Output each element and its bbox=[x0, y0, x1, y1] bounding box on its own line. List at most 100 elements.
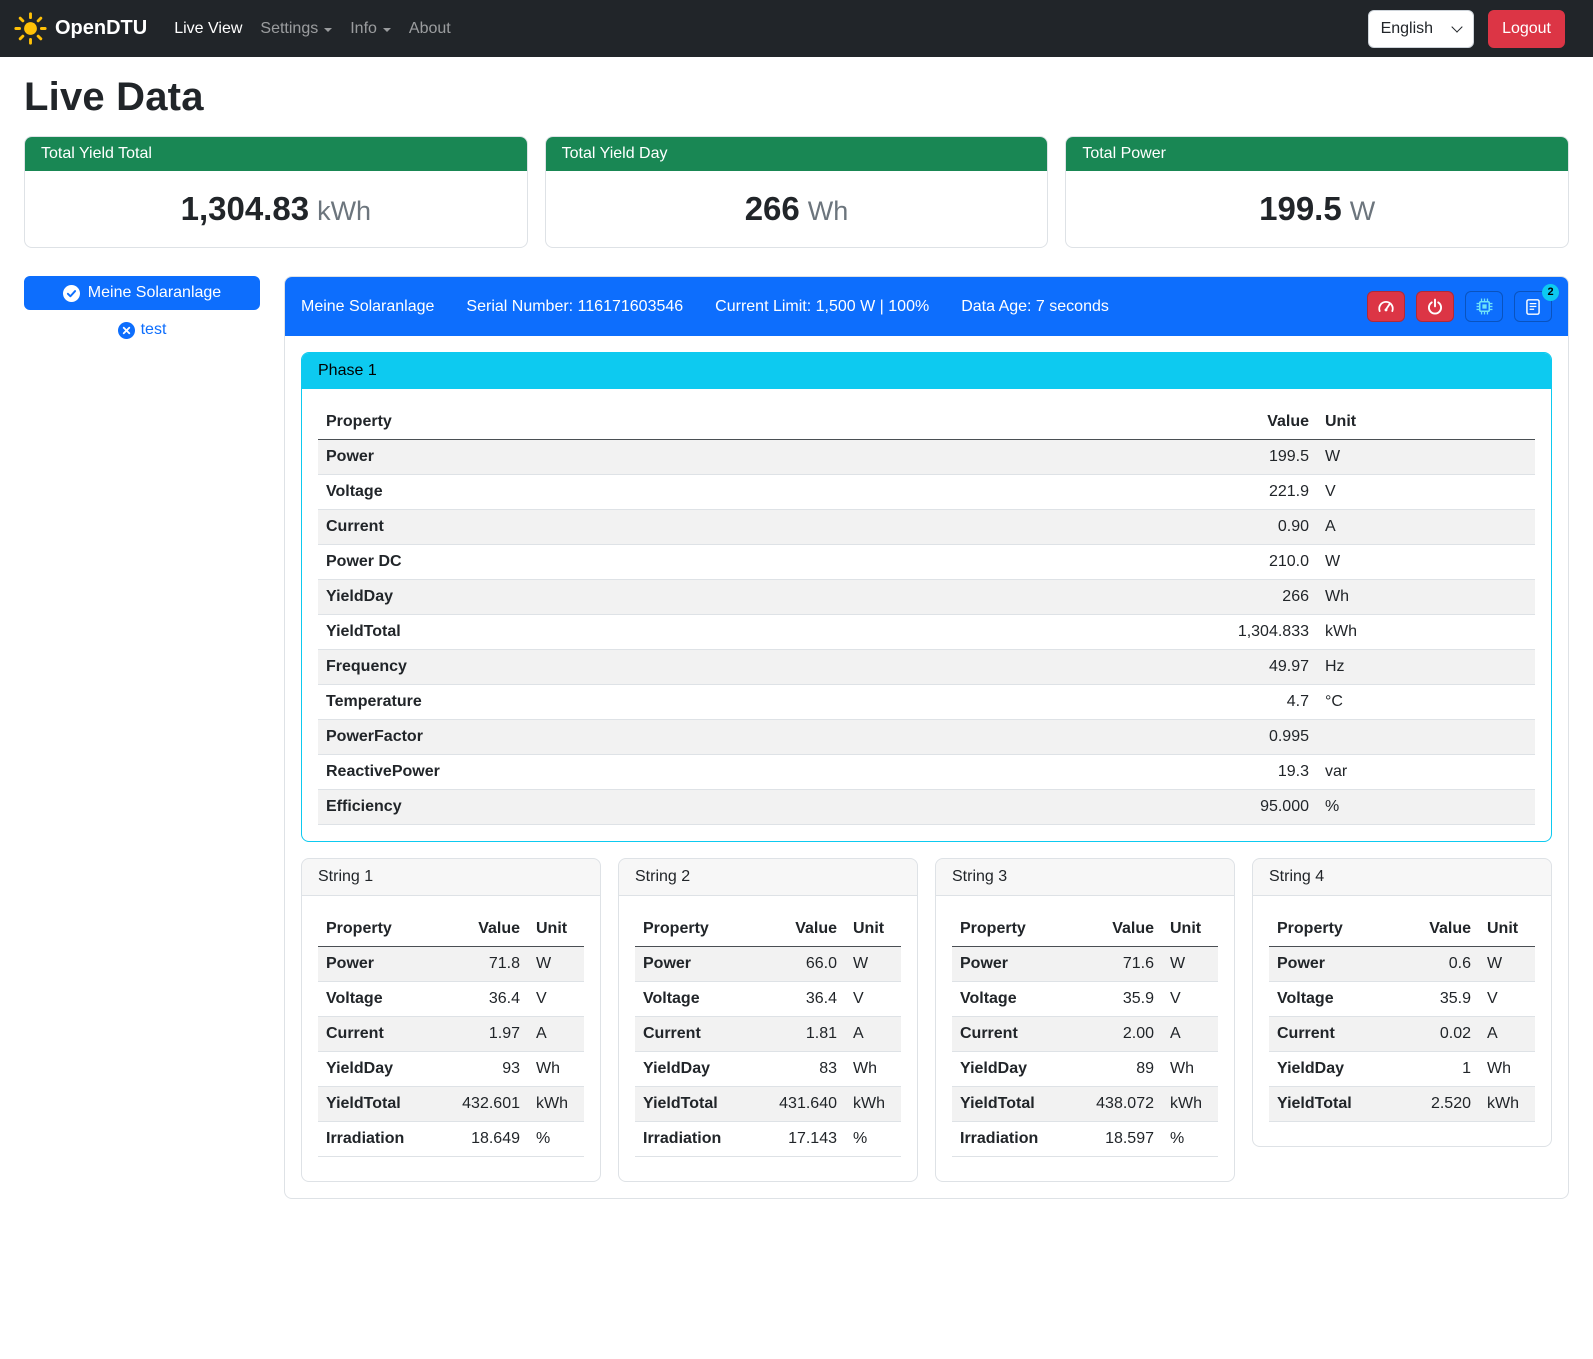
value-cell: 199.5 bbox=[1195, 440, 1317, 475]
property-cell: Efficiency bbox=[318, 790, 1195, 825]
string-4-card: String 4 Property Value Unit bbox=[1252, 858, 1552, 1147]
language-select[interactable]: English bbox=[1368, 10, 1474, 48]
table-row: Current 1.81 A bbox=[635, 1017, 901, 1052]
navbar-right: English Logout bbox=[1368, 10, 1579, 48]
property-cell: YieldDay bbox=[1269, 1052, 1393, 1087]
column-header-value: Value bbox=[1076, 912, 1162, 947]
table-row: YieldTotal 431.640 kWh bbox=[635, 1087, 901, 1122]
card-header: Total Yield Total bbox=[25, 137, 527, 171]
property-cell: Current bbox=[318, 510, 1195, 545]
sidebar-item-meine-solaranlage[interactable]: Meine Solaranlage bbox=[24, 276, 260, 310]
string-1-table: Property Value Unit Power bbox=[318, 912, 584, 1157]
event-log-button[interactable]: 2 bbox=[1514, 291, 1552, 322]
property-cell: ReactivePower bbox=[318, 755, 1195, 790]
inverter-panel-body: Phase 1 Property Value Unit bbox=[285, 336, 1568, 1198]
sidebar-item-test[interactable]: test bbox=[24, 321, 260, 339]
unit-cell: A bbox=[1479, 1017, 1535, 1052]
table-header-row: Property Value Unit bbox=[1269, 912, 1535, 947]
table-row: Power 0.6 W bbox=[1269, 947, 1535, 982]
value-cell: 4.7 bbox=[1195, 685, 1317, 720]
speedometer-icon bbox=[1377, 298, 1395, 316]
brand-label: OpenDTU bbox=[55, 17, 147, 40]
check-circle-icon bbox=[63, 285, 80, 302]
property-cell: YieldTotal bbox=[318, 1087, 442, 1122]
table-row: Voltage 35.9 V bbox=[952, 982, 1218, 1017]
page-content: Live Data Total Yield Total 1,304.83kWh … bbox=[0, 75, 1593, 1223]
sun-icon bbox=[14, 12, 47, 45]
total-yield-total-unit: kWh bbox=[317, 196, 371, 226]
nav-settings[interactable]: Settings bbox=[251, 12, 341, 46]
value-cell: 19.3 bbox=[1195, 755, 1317, 790]
caret-down-icon bbox=[383, 28, 391, 32]
brand[interactable]: OpenDTU bbox=[14, 12, 147, 45]
property-cell: YieldDay bbox=[318, 1052, 442, 1087]
logout-button[interactable]: Logout bbox=[1488, 10, 1565, 48]
value-cell: 2.00 bbox=[1076, 1017, 1162, 1052]
value-cell: 210.0 bbox=[1195, 545, 1317, 580]
power-toggle-button[interactable] bbox=[1416, 291, 1454, 322]
string-card-header: String 2 bbox=[619, 859, 917, 896]
value-cell: 93 bbox=[442, 1052, 528, 1087]
property-cell: Irradiation bbox=[635, 1122, 759, 1157]
unit-cell: V bbox=[1317, 475, 1535, 510]
unit-cell: Wh bbox=[528, 1052, 584, 1087]
property-cell: Voltage bbox=[952, 982, 1076, 1017]
property-cell: YieldTotal bbox=[318, 615, 1195, 650]
unit-cell: Wh bbox=[1479, 1052, 1535, 1087]
table-row: Power 199.5 W bbox=[318, 440, 1535, 475]
property-cell: Voltage bbox=[318, 475, 1195, 510]
value-cell: 0.995 bbox=[1195, 720, 1317, 755]
nav-about[interactable]: About bbox=[400, 12, 460, 46]
total-yield-day-unit: Wh bbox=[808, 196, 849, 226]
string-3-card: String 3 Property Value Unit bbox=[935, 858, 1235, 1182]
value-cell: 71.6 bbox=[1076, 947, 1162, 982]
unit-cell: A bbox=[1162, 1017, 1218, 1052]
value-cell: 49.97 bbox=[1195, 650, 1317, 685]
string-card-header: String 3 bbox=[936, 859, 1234, 896]
table-row: Power DC 210.0 W bbox=[318, 545, 1535, 580]
table-row: Power 66.0 W bbox=[635, 947, 901, 982]
unit-cell bbox=[1317, 720, 1535, 755]
table-row: YieldTotal 438.072 kWh bbox=[952, 1087, 1218, 1122]
column-header-unit: Unit bbox=[528, 912, 584, 947]
nav-info[interactable]: Info bbox=[341, 12, 400, 46]
string-card-body: Property Value Unit Power bbox=[619, 896, 917, 1181]
table-row: Current 2.00 A bbox=[952, 1017, 1218, 1052]
column-header-value: Value bbox=[759, 912, 845, 947]
unit-cell: A bbox=[1317, 510, 1535, 545]
limit-settings-button[interactable] bbox=[1367, 291, 1405, 322]
unit-cell: kWh bbox=[1162, 1087, 1218, 1122]
table-row: YieldTotal 432.601 kWh bbox=[318, 1087, 584, 1122]
content-row: Meine Solaranlage test Meine Solaranlage… bbox=[24, 276, 1569, 1199]
device-info-button[interactable] bbox=[1465, 291, 1503, 322]
unit-cell: kWh bbox=[1479, 1087, 1535, 1122]
total-power-value: 199.5 bbox=[1259, 190, 1342, 227]
card-body: 266Wh bbox=[546, 171, 1048, 247]
table-row: YieldDay 89 Wh bbox=[952, 1052, 1218, 1087]
value-cell: 221.9 bbox=[1195, 475, 1317, 510]
property-cell: YieldDay bbox=[318, 580, 1195, 615]
table-row: YieldDay 1 Wh bbox=[1269, 1052, 1535, 1087]
value-cell: 1 bbox=[1393, 1052, 1479, 1087]
unit-cell: % bbox=[528, 1122, 584, 1157]
event-count-badge: 2 bbox=[1542, 284, 1559, 301]
value-cell: 1.97 bbox=[442, 1017, 528, 1052]
column-header-unit: Unit bbox=[1479, 912, 1535, 947]
value-cell: 36.4 bbox=[442, 982, 528, 1017]
value-cell: 1.81 bbox=[759, 1017, 845, 1052]
inverter-panel-header: Meine Solaranlage Serial Number: 1161716… bbox=[285, 277, 1568, 336]
nav-live-view[interactable]: Live View bbox=[165, 12, 251, 46]
table-row: Frequency 49.97 Hz bbox=[318, 650, 1535, 685]
value-cell: 18.649 bbox=[442, 1122, 528, 1157]
property-cell: YieldTotal bbox=[635, 1087, 759, 1122]
card-total-yield-day: Total Yield Day 266Wh bbox=[545, 136, 1049, 248]
table-header-row: Property Value Unit bbox=[952, 912, 1218, 947]
unit-cell: Wh bbox=[1162, 1052, 1218, 1087]
phase-card-body: Property Value Unit Power bbox=[302, 389, 1551, 841]
unit-cell: % bbox=[845, 1122, 901, 1157]
table-row: YieldDay 93 Wh bbox=[318, 1052, 584, 1087]
unit-cell: W bbox=[1479, 947, 1535, 982]
string-card-body: Property Value Unit Power bbox=[936, 896, 1234, 1181]
unit-cell: W bbox=[1317, 545, 1535, 580]
value-cell: 0.02 bbox=[1393, 1017, 1479, 1052]
